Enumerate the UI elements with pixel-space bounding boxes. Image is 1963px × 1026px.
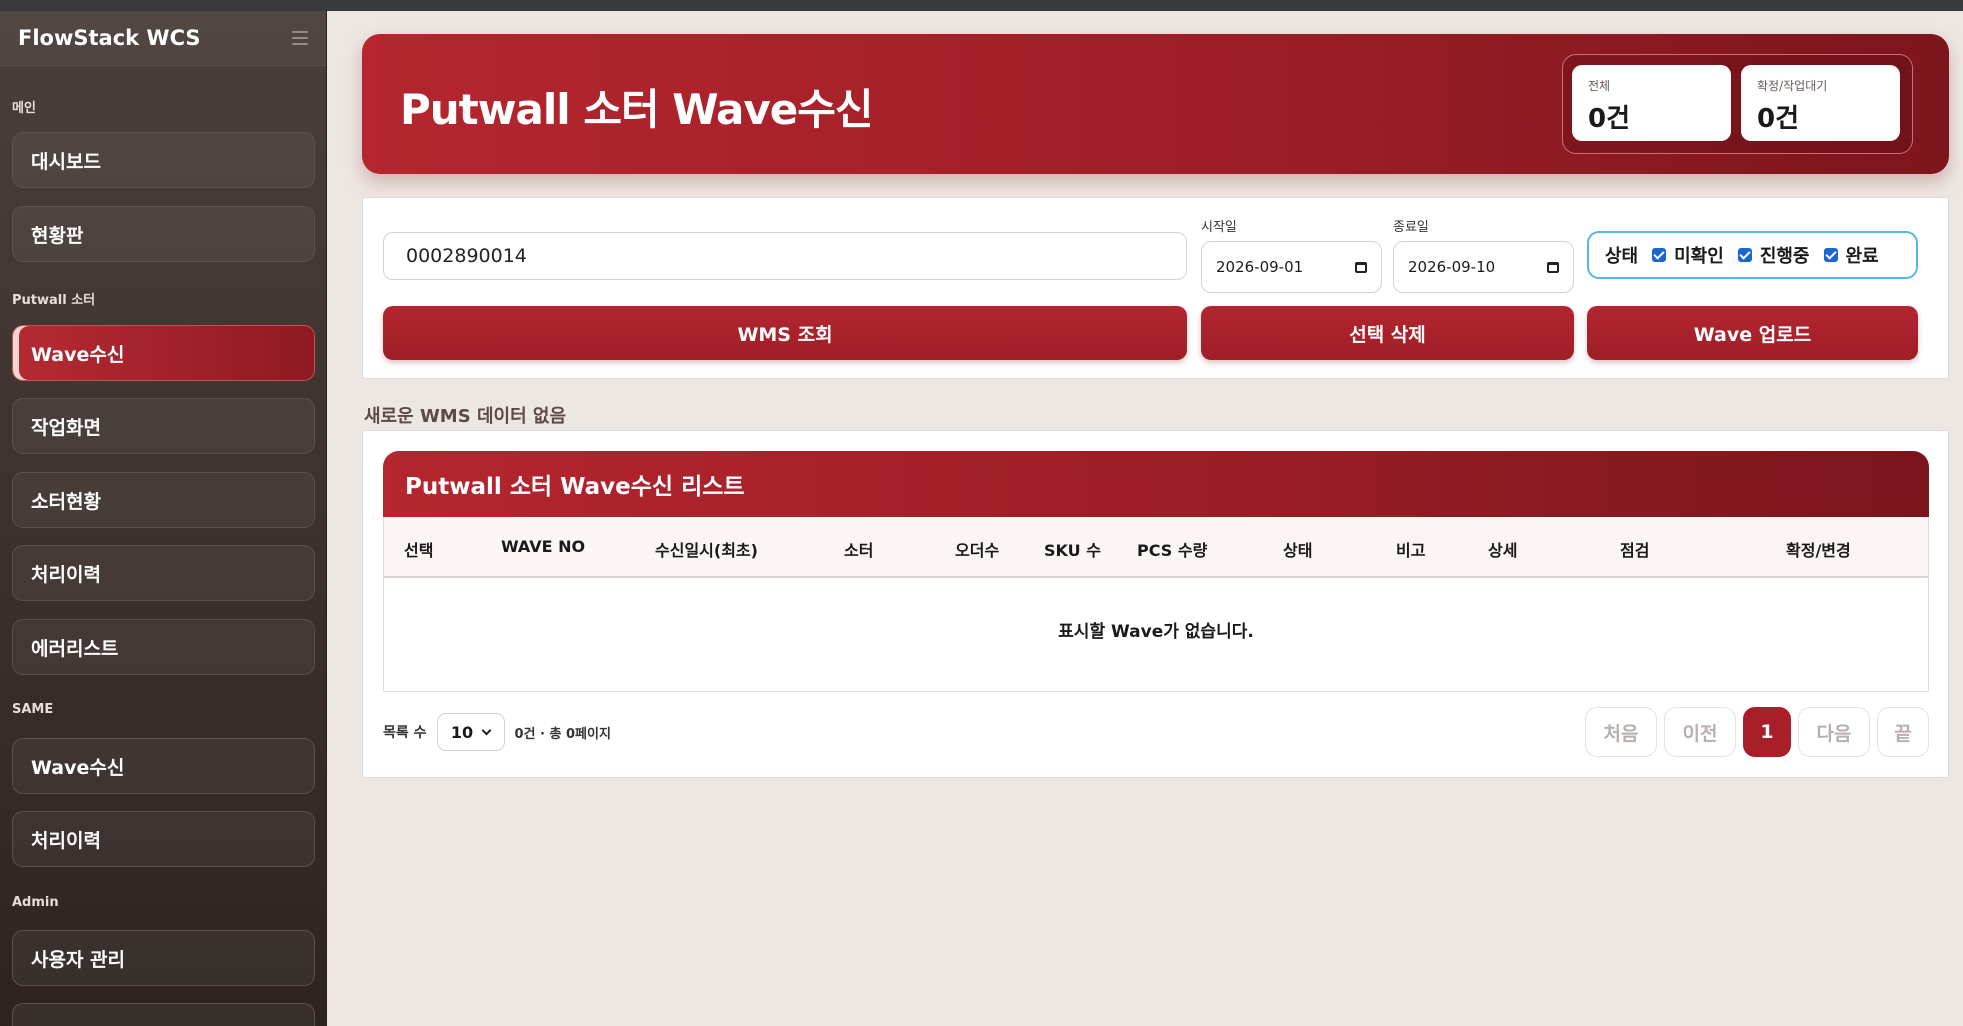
sidebar-item-work-screen[interactable]: 작업화면 xyxy=(12,398,315,454)
wave-upload-button[interactable]: Wave 업로드 xyxy=(1587,306,1918,360)
stat-confirmed-value: 0건 xyxy=(1757,104,1800,134)
end-date-input[interactable]: 2026-09-10 xyxy=(1393,241,1574,293)
sidebar-section-admin: Admin xyxy=(12,895,59,910)
status-option-label: 완료 xyxy=(1845,246,1879,267)
end-date-label: 종료일 xyxy=(1393,220,1429,235)
sidebar-item-user-management[interactable]: 사용자 관리 xyxy=(12,930,315,986)
stat-total-value: 0건 xyxy=(1588,104,1631,134)
notice-text: 새로운 WMS 데이터 없음 xyxy=(364,406,567,427)
column-header: PCS 수량 xyxy=(1137,541,1208,560)
empty-message: 표시할 Wave가 없습니다. xyxy=(1058,622,1254,642)
sidebar-item-history[interactable]: 처리이력 xyxy=(12,545,315,601)
status-option-label: 미확인 xyxy=(1674,246,1724,267)
column-header: 확정/변경 xyxy=(1786,541,1851,560)
column-header: 소터 xyxy=(844,541,874,560)
sidebar-section-main: 메인 xyxy=(12,101,36,116)
checkbox-checked-icon[interactable] xyxy=(1737,248,1752,262)
column-header: 점검 xyxy=(1620,541,1650,560)
browser-top-bar xyxy=(0,0,1963,11)
table-header: 선택 WAVE NO 수신일시(최초) 소터 오더수 SKU 수 PCS 수량 … xyxy=(384,517,1928,578)
page-size-value: 10 xyxy=(450,722,474,742)
column-header: WAVE NO xyxy=(501,537,586,556)
page-summary: 0건 · 총 0페이지 xyxy=(514,726,611,742)
sidebar-section-putwall: Putwall 소터 xyxy=(12,293,96,308)
status-filter-label: 상태 xyxy=(1605,246,1639,267)
checkbox-checked-icon[interactable] xyxy=(1652,248,1667,262)
app-title: FlowStack WCS xyxy=(18,26,201,50)
sidebar-item-status-board[interactable]: 현황판 xyxy=(12,206,315,262)
calendar-icon[interactable] xyxy=(1355,261,1367,273)
filter-panel: 시작일 2026-09-01 종료일 2026-09-10 상태 미확인 진행중… xyxy=(362,197,1949,379)
page-title: Putwall 소터 Wave수신 xyxy=(400,85,874,134)
pager-next-button[interactable]: 다음 xyxy=(1798,707,1870,757)
column-header: 상태 xyxy=(1283,541,1313,560)
calendar-icon[interactable] xyxy=(1547,261,1559,273)
status-unchecked-option[interactable]: 미확인 xyxy=(1652,242,1724,268)
chevron-down-icon xyxy=(481,725,492,735)
wms-query-button[interactable]: WMS 조회 xyxy=(383,306,1187,360)
status-done-option[interactable]: 완료 xyxy=(1823,242,1879,268)
sidebar: FlowStack WCS 메인 대시보드 현황판 Putwall 소터 Wav… xyxy=(0,11,327,1026)
status-option-label: 진행중 xyxy=(1759,246,1810,267)
wave-list-panel: Putwall 소터 Wave수신 리스트 선택 WAVE NO 수신일시(최초… xyxy=(362,430,1949,778)
pager-page-1-button[interactable]: 1 xyxy=(1743,707,1791,757)
column-header: 오더수 xyxy=(955,541,1000,560)
pager-first-button[interactable]: 처음 xyxy=(1585,707,1657,757)
column-header: 상세 xyxy=(1488,541,1518,560)
status-in-progress-option[interactable]: 진행중 xyxy=(1737,242,1810,268)
end-date-value: 2026-09-10 xyxy=(1408,258,1496,276)
page-size-select[interactable]: 10 xyxy=(436,713,505,751)
checkbox-checked-icon[interactable] xyxy=(1823,248,1838,262)
sidebar-item-error-list[interactable]: 에러리스트 xyxy=(12,619,315,675)
sidebar-brand: FlowStack WCS xyxy=(0,11,326,66)
stat-confirmed-label: 확정/작업대기 xyxy=(1757,79,1828,93)
column-header: 선택 xyxy=(404,541,434,560)
sidebar-item-same-wave-receive[interactable]: Wave수신 xyxy=(12,738,315,794)
search-input[interactable] xyxy=(383,232,1187,280)
sidebar-item-dashboard[interactable]: 대시보드 xyxy=(12,132,315,188)
stat-confirmed: 확정/작업대기 0건 xyxy=(1741,65,1900,141)
delete-selected-button[interactable]: 선택 삭제 xyxy=(1201,306,1574,360)
hamburger-icon[interactable] xyxy=(292,31,308,45)
column-header: SKU 수 xyxy=(1044,541,1101,560)
stat-total: 전체 0건 xyxy=(1572,65,1731,141)
list-title: Putwall 소터 Wave수신 리스트 xyxy=(383,451,1929,517)
pager-last-button[interactable]: 끝 xyxy=(1877,707,1929,757)
page-size-label: 목록 수 xyxy=(383,725,427,741)
stats-group: 전체 0건 확정/작업대기 0건 xyxy=(1562,54,1913,154)
stat-total-label: 전체 xyxy=(1588,79,1611,93)
sidebar-section-same: SAME xyxy=(12,702,54,717)
status-filter: 상태 미확인 진행중 완료 xyxy=(1587,231,1918,279)
page-header: Putwall 소터 Wave수신 전체 0건 확정/작업대기 0건 xyxy=(362,34,1949,174)
sidebar-item-partial[interactable] xyxy=(12,1003,315,1026)
column-header: 수신일시(최초) xyxy=(655,541,758,560)
column-header: 비고 xyxy=(1396,541,1426,560)
page-size-group: 목록 수 10 0건 · 총 0페이지 xyxy=(383,713,611,751)
wave-table: 선택 WAVE NO 수신일시(최초) 소터 오더수 SKU 수 PCS 수량 … xyxy=(383,517,1929,692)
sidebar-item-sorter-status[interactable]: 소터현황 xyxy=(12,472,315,528)
sidebar-item-same-history[interactable]: 처리이력 xyxy=(12,811,315,867)
start-date-value: 2026-09-01 xyxy=(1216,258,1304,276)
sidebar-item-putwall-wave-receive[interactable]: Wave수신 xyxy=(12,325,315,381)
start-date-label: 시작일 xyxy=(1201,220,1237,235)
pager-prev-button[interactable]: 이전 xyxy=(1664,707,1736,757)
end-date-group: 종료일 2026-09-10 xyxy=(1393,216,1574,293)
start-date-input[interactable]: 2026-09-01 xyxy=(1201,241,1382,293)
start-date-group: 시작일 2026-09-01 xyxy=(1201,216,1382,293)
